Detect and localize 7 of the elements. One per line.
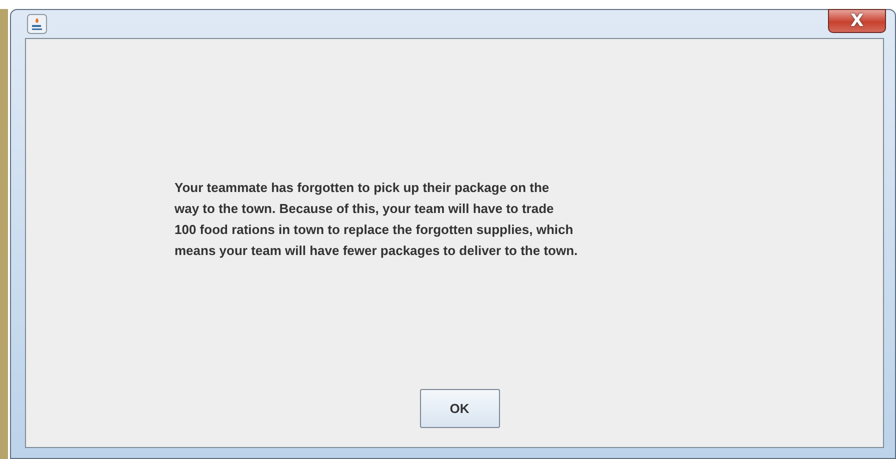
message-line: means your team will have fewer packages to deliver to the town. [174, 242, 579, 260]
message-line: Your teammate has forgotten to pick up their package on the [174, 179, 550, 197]
message-line: way to the town. Because of this, your team will have to trade [174, 200, 555, 218]
coffee-cup-icon [27, 14, 47, 34]
close-button[interactable]: X [828, 9, 886, 33]
message-line: 100 food rations in town to replace the forgotten supplies, which [174, 221, 574, 239]
ok-button[interactable]: OK [420, 389, 500, 428]
